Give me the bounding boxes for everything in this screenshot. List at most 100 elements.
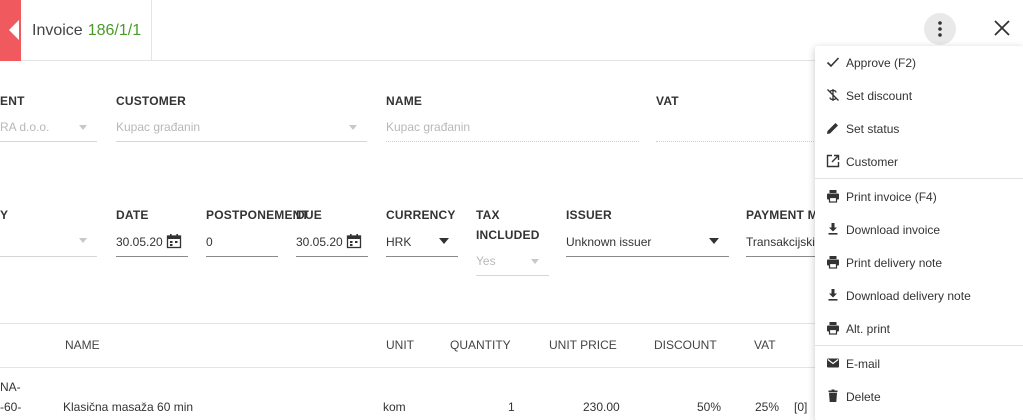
- menu-item-label: Set status: [846, 121, 900, 136]
- row-unit: kom: [383, 400, 406, 414]
- payment-method-label: PAYMENT M: [746, 208, 818, 222]
- menu-item-print-delivery-note[interactable]: Print delivery note: [815, 246, 1023, 279]
- issuer-underline: [566, 256, 729, 257]
- col-header-name[interactable]: NAME: [65, 338, 100, 352]
- col-header-unit-price[interactable]: UNIT PRICE: [549, 338, 617, 352]
- menu-item-approve[interactable]: Approve (F2): [815, 46, 1023, 79]
- currency-label: CURRENCY: [386, 208, 456, 222]
- menu-item-label: Download delivery note: [846, 288, 971, 303]
- row-quantity: 1: [508, 400, 515, 414]
- row-vat: 25%: [755, 400, 780, 414]
- payment-method-select[interactable]: Transakcijski: [746, 235, 815, 249]
- date-underline: [116, 256, 188, 257]
- menu-item-download-invoice[interactable]: Download invoice: [815, 213, 1023, 246]
- menu-item-set-status[interactable]: Set status: [815, 112, 1023, 145]
- issuer-select[interactable]: Unknown issuer: [566, 235, 651, 249]
- options-menu: Approve (F2) Set discount Set status Cus…: [815, 46, 1023, 420]
- postponement-input[interactable]: 0: [206, 235, 213, 249]
- menu-item-label: Print delivery note: [846, 255, 943, 270]
- menu-item-email[interactable]: E-mail: [815, 347, 1023, 380]
- row-code-line2: -60-: [0, 400, 22, 414]
- partial-field-underline: [0, 141, 97, 142]
- back-button[interactable]: [0, 0, 21, 61]
- chevron-left-icon: [9, 20, 19, 40]
- due-date-underline: [296, 256, 368, 257]
- tax-included-underline: [476, 275, 549, 276]
- kebab-menu-icon: [938, 21, 942, 37]
- calendar-icon[interactable]: [166, 233, 182, 249]
- col-header-unit[interactable]: UNIT: [386, 338, 414, 352]
- menu-item-alt-print[interactable]: Alt. print: [815, 312, 1023, 345]
- vat-field[interactable]: [656, 141, 816, 142]
- menu-item-delete[interactable]: Delete: [815, 380, 1023, 413]
- printer-icon: [827, 256, 839, 269]
- menu-item-print-invoice[interactable]: Print invoice (F4): [815, 180, 1023, 213]
- partial-field-value: RA d.o.o.: [0, 120, 50, 134]
- currency-underline: [386, 256, 458, 257]
- menu-item-label: Delete: [846, 389, 881, 404]
- printer-icon: [827, 190, 839, 203]
- name-underline: [386, 141, 639, 142]
- row-name: Klasična masaža 60 min: [63, 400, 194, 414]
- calendar-icon[interactable]: [346, 233, 362, 249]
- check-icon: [826, 57, 840, 68]
- tax-included-label-line1: TAX: [476, 208, 500, 222]
- row-code-line1: NA-: [0, 380, 21, 394]
- menu-item-set-discount[interactable]: Set discount: [815, 79, 1023, 112]
- col-header-discount[interactable]: DISCOUNT: [654, 338, 717, 352]
- close-button[interactable]: [988, 14, 1016, 42]
- printer-icon: [827, 322, 839, 335]
- pencil-icon: [827, 123, 838, 134]
- partial-field2-underline[interactable]: [0, 256, 97, 257]
- menu-item-label: Approve (F2): [846, 55, 917, 70]
- trash-icon: [828, 389, 838, 402]
- customer-label: CUSTOMER: [116, 94, 187, 108]
- name-label: NAME: [386, 94, 423, 108]
- menu-divider: [815, 178, 1023, 179]
- menu-item-label: Set discount: [846, 88, 913, 103]
- menu-item-label: Alt. print: [846, 321, 891, 336]
- page-title: Invoice 186/1/1: [21, 0, 152, 61]
- discount-off-icon: [827, 89, 839, 101]
- issuer-label: ISSUER: [566, 208, 612, 222]
- partial-field2-label: Y: [0, 208, 9, 222]
- row-unit-price: 230.00: [583, 400, 620, 414]
- tax-included-caret-icon: [531, 259, 539, 264]
- postponement-underline: [206, 256, 278, 257]
- tax-included-label-line2: INCLUDED: [476, 228, 540, 242]
- tax-included-select[interactable]: Yes: [476, 254, 496, 268]
- invoice-number: 186/1/1: [87, 21, 142, 39]
- customer-caret-icon: [349, 125, 357, 130]
- col-header-vat[interactable]: VAT: [754, 338, 776, 352]
- due-label: DUE: [296, 208, 322, 222]
- mail-icon: [827, 358, 839, 368]
- date-input[interactable]: 30.05.20: [116, 235, 163, 249]
- issuer-caret-icon: [709, 238, 719, 244]
- customer-select[interactable]: Kupac građanin: [116, 120, 200, 134]
- date-label: DATE: [116, 208, 149, 222]
- partial-field-caret-icon: [79, 125, 87, 130]
- download-icon: [828, 223, 838, 235]
- menu-item-label: Download invoice: [846, 222, 941, 237]
- open-external-icon: [826, 154, 840, 168]
- row-extra: [0]: [794, 400, 808, 414]
- menu-item-download-delivery-note[interactable]: Download delivery note: [815, 279, 1023, 312]
- vat-label: VAT: [656, 94, 679, 108]
- payment-method-underline: [746, 256, 816, 257]
- close-icon: [994, 20, 1010, 36]
- menu-divider: [815, 345, 1023, 346]
- currency-select[interactable]: HRK: [386, 235, 411, 249]
- menu-item-label: Print invoice (F4): [846, 189, 937, 204]
- more-options-button[interactable]: [924, 13, 956, 45]
- menu-item-label: Customer: [846, 154, 899, 169]
- menu-item-label: E-mail: [846, 356, 881, 371]
- partial-field2-caret-icon: [79, 238, 87, 243]
- menu-item-customer[interactable]: Customer: [815, 145, 1023, 178]
- col-header-quantity[interactable]: QUANTITY: [450, 338, 511, 352]
- postponement-label: POSTPONEMENT: [206, 208, 310, 222]
- currency-caret-icon: [439, 238, 449, 244]
- row-discount: 50%: [697, 400, 722, 414]
- name-field[interactable]: Kupac građanin: [386, 120, 470, 134]
- due-date-input[interactable]: 30.05.20: [296, 235, 343, 249]
- download-icon: [828, 289, 838, 301]
